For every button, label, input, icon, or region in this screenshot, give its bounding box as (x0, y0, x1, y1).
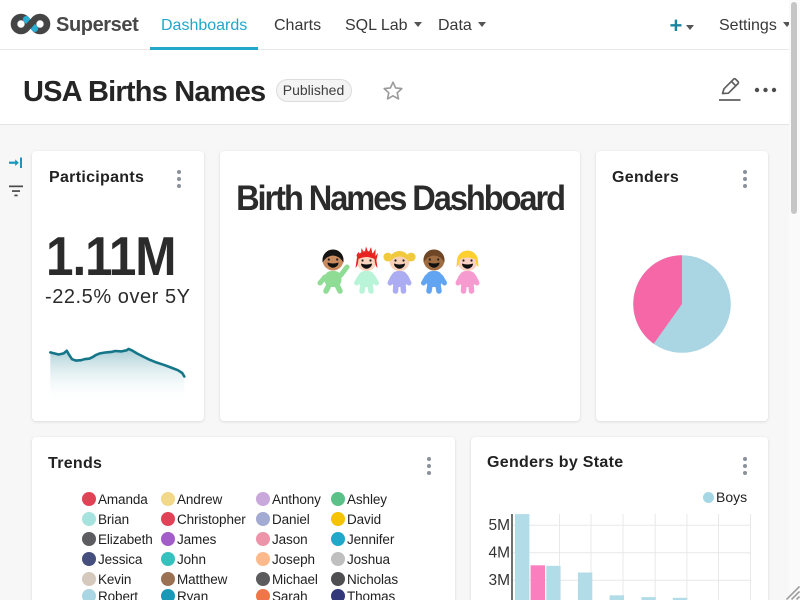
svg-text:4M: 4M (488, 545, 510, 562)
svg-text:3M: 3M (488, 572, 510, 589)
svg-text:5M: 5M (488, 517, 510, 534)
